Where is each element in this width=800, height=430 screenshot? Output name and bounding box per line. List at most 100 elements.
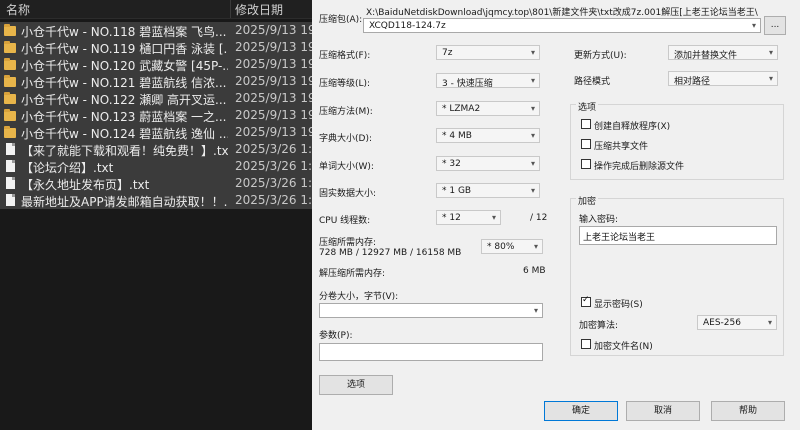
- show-password-label[interactable]: 显示密码(S): [594, 297, 643, 310]
- cancel-button[interactable]: 取消: [626, 401, 700, 421]
- column-modified-header[interactable]: 修改日期: [235, 1, 283, 18]
- threads-combo[interactable]: * 12 ▾: [436, 210, 501, 225]
- file-name: 【论坛介绍】.txt: [21, 161, 114, 175]
- ok-button[interactable]: 确定: [544, 401, 618, 421]
- folder-icon: [4, 58, 16, 70]
- file-name: 【来了就能下载和观看！纯免费！】.txt: [21, 144, 228, 158]
- help-button[interactable]: 帮助: [711, 401, 785, 421]
- file-row[interactable]: 小仓千代w - NO.122 瀬卿 高开叉运... 2025/9/13 19: [0, 90, 312, 107]
- file-row[interactable]: 小仓千代w - NO.123 蔚蓝档案 一之... 2025/9/13 19: [0, 107, 312, 124]
- archive-name-combo[interactable]: XCQD118-124.7z ▾: [363, 18, 761, 33]
- mem-percent-combo[interactable]: * 80% ▾: [481, 239, 543, 254]
- chevron-down-icon: ▾: [530, 104, 535, 113]
- format-combo[interactable]: 7z ▾: [436, 45, 540, 60]
- options-group-title: 选项: [576, 100, 599, 113]
- password-input[interactable]: 上老王论坛当老王: [579, 226, 777, 245]
- column-divider[interactable]: [230, 0, 231, 18]
- file-explorer: 名称 修改日期 小仓千代w - NO.118 碧蓝档案 飞鸟... 2025/9/…: [0, 0, 312, 430]
- threads-total: / 12: [530, 213, 548, 223]
- text-file-icon: [6, 177, 15, 189]
- level-combo[interactable]: 3 - 快速压缩 ▾: [436, 73, 540, 89]
- path-mode-combo[interactable]: 相对路径 ▾: [668, 71, 778, 87]
- format-label: 压缩格式(F):: [319, 51, 371, 61]
- file-modified-date: 2025/9/13 19: [235, 91, 312, 105]
- file-row[interactable]: 小仓千代w - NO.124 碧蓝航线 逸仙 ... 2025/9/13 19: [0, 124, 312, 141]
- shared-label[interactable]: 压缩共享文件: [594, 139, 648, 152]
- solid-value: * 1 GB: [442, 186, 472, 196]
- folder-icon: [4, 109, 16, 121]
- column-name-header[interactable]: 名称: [6, 1, 30, 18]
- chevron-down-icon: ▾: [530, 186, 535, 195]
- folder-icon: [4, 126, 16, 138]
- dict-value: * 4 MB: [442, 131, 472, 141]
- password-value: 上老王论坛当老王: [583, 233, 656, 243]
- file-name: 【永久地址发布页】.txt: [21, 178, 150, 192]
- folder-icon: [4, 24, 16, 36]
- file-row[interactable]: 小仓千代w - NO.118 碧蓝档案 飞鸟... 2025/9/13 19: [0, 22, 312, 39]
- chevron-down-icon: ▾: [491, 213, 496, 222]
- text-file-icon: [6, 160, 15, 172]
- solid-label: 固实数据大小:: [319, 189, 377, 199]
- file-row[interactable]: 【论坛介绍】.txt 2025/3/26 1:0: [0, 158, 312, 175]
- options-button[interactable]: 选项: [319, 375, 393, 395]
- file-row[interactable]: 【永久地址发布页】.txt 2025/3/26 1:0: [0, 175, 312, 192]
- shared-checkbox[interactable]: [581, 139, 591, 149]
- file-name: 小仓千代w - NO.118 碧蓝档案 飞鸟...: [21, 25, 227, 39]
- enc-method-label: 加密算法:: [579, 321, 619, 331]
- solid-combo[interactable]: * 1 GB ▾: [436, 183, 540, 198]
- split-combo[interactable]: ▾: [319, 303, 543, 318]
- chevron-down-icon: ▾: [533, 242, 538, 251]
- archive-label: 压缩包(A):: [319, 15, 363, 25]
- file-modified-date: 2025/3/26 1:0: [235, 159, 312, 173]
- file-name: 小仓千代w - NO.120 武藏女警 [45P-...: [21, 59, 228, 73]
- mem-decomp-label: 解压缩所需内存:: [319, 269, 386, 279]
- file-row[interactable]: 小仓千代w - NO.120 武藏女警 [45P-... 2025/9/13 19: [0, 56, 312, 73]
- file-row[interactable]: 【来了就能下载和观看！纯免费！】.txt 2025/3/26 1:0: [0, 141, 312, 158]
- chevron-down-icon: ▾: [768, 48, 773, 57]
- folder-icon: [4, 92, 16, 104]
- delete-after-label[interactable]: 操作完成后删除源文件: [594, 159, 684, 172]
- enc-method-combo[interactable]: AES-256 ▾: [697, 315, 777, 330]
- encrypt-names-label[interactable]: 加密文件名(N): [594, 339, 653, 352]
- update-combo[interactable]: 添加并替换文件 ▾: [668, 45, 778, 61]
- mem-percent-value: * 80%: [487, 242, 515, 252]
- column-header: 名称 修改日期: [0, 0, 312, 19]
- file-row[interactable]: 最新地址及APP请发邮箱自动获取！！... 2025/3/26 1:0: [0, 192, 312, 209]
- params-input[interactable]: [319, 343, 543, 361]
- method-label: 压缩方法(M):: [319, 107, 373, 117]
- chevron-down-icon: ▾: [530, 76, 535, 85]
- file-modified-date: 2025/3/26 1:0: [235, 193, 312, 207]
- format-value: 7z: [442, 48, 453, 58]
- chevron-down-icon: ▾: [530, 159, 535, 168]
- browse-button[interactable]: ...: [764, 16, 786, 35]
- file-name: 小仓千代w - NO.121 碧蓝航线 信浓...: [21, 76, 227, 90]
- show-password-checkbox[interactable]: [581, 295, 591, 307]
- chevron-down-icon[interactable]: ▾: [752, 21, 756, 30]
- delete-after-checkbox[interactable]: [581, 159, 591, 169]
- enc-method-value: AES-256: [703, 318, 741, 328]
- dict-combo[interactable]: * 4 MB ▾: [436, 128, 540, 143]
- file-name: 小仓千代w - NO.123 蔚蓝档案 一之...: [21, 110, 227, 124]
- split-label: 分卷大小，字节(V):: [319, 292, 399, 302]
- file-list: 小仓千代w - NO.118 碧蓝档案 飞鸟... 2025/9/13 19 小仓千…: [0, 22, 312, 209]
- file-row[interactable]: 小仓千代w - NO.121 碧蓝航线 信浓... 2025/9/13 19: [0, 73, 312, 90]
- sfx-checkbox[interactable]: [581, 119, 591, 129]
- file-name: 最新地址及APP请发邮箱自动获取！！...: [21, 195, 228, 209]
- word-value: * 32: [442, 159, 461, 169]
- text-file-icon: [6, 143, 15, 155]
- mem-comp-label: 压缩所需内存:: [319, 238, 377, 248]
- sfx-label[interactable]: 创建自释放程序(X): [594, 119, 670, 132]
- encryption-group-title: 加密: [576, 194, 599, 207]
- mem-decomp-value: 6 MB: [523, 266, 546, 276]
- word-combo[interactable]: * 32 ▾: [436, 156, 540, 171]
- chevron-down-icon: ▾: [533, 306, 538, 315]
- dict-label: 字典大小(D):: [319, 134, 372, 144]
- file-row[interactable]: 小仓千代w - NO.119 樋口円香 泳装 [... 2025/9/13 19: [0, 39, 312, 56]
- mem-comp-detail: 728 MB / 12927 MB / 16158 MB: [319, 248, 462, 258]
- encrypt-names-checkbox[interactable]: [581, 339, 591, 349]
- threads-value: * 12: [442, 213, 461, 223]
- file-modified-date: 2025/9/13 19: [235, 23, 312, 37]
- folder-icon: [4, 41, 16, 53]
- method-combo[interactable]: * LZMA2 ▾: [436, 101, 540, 116]
- file-name: 小仓千代w - NO.124 碧蓝航线 逸仙 ...: [21, 127, 228, 141]
